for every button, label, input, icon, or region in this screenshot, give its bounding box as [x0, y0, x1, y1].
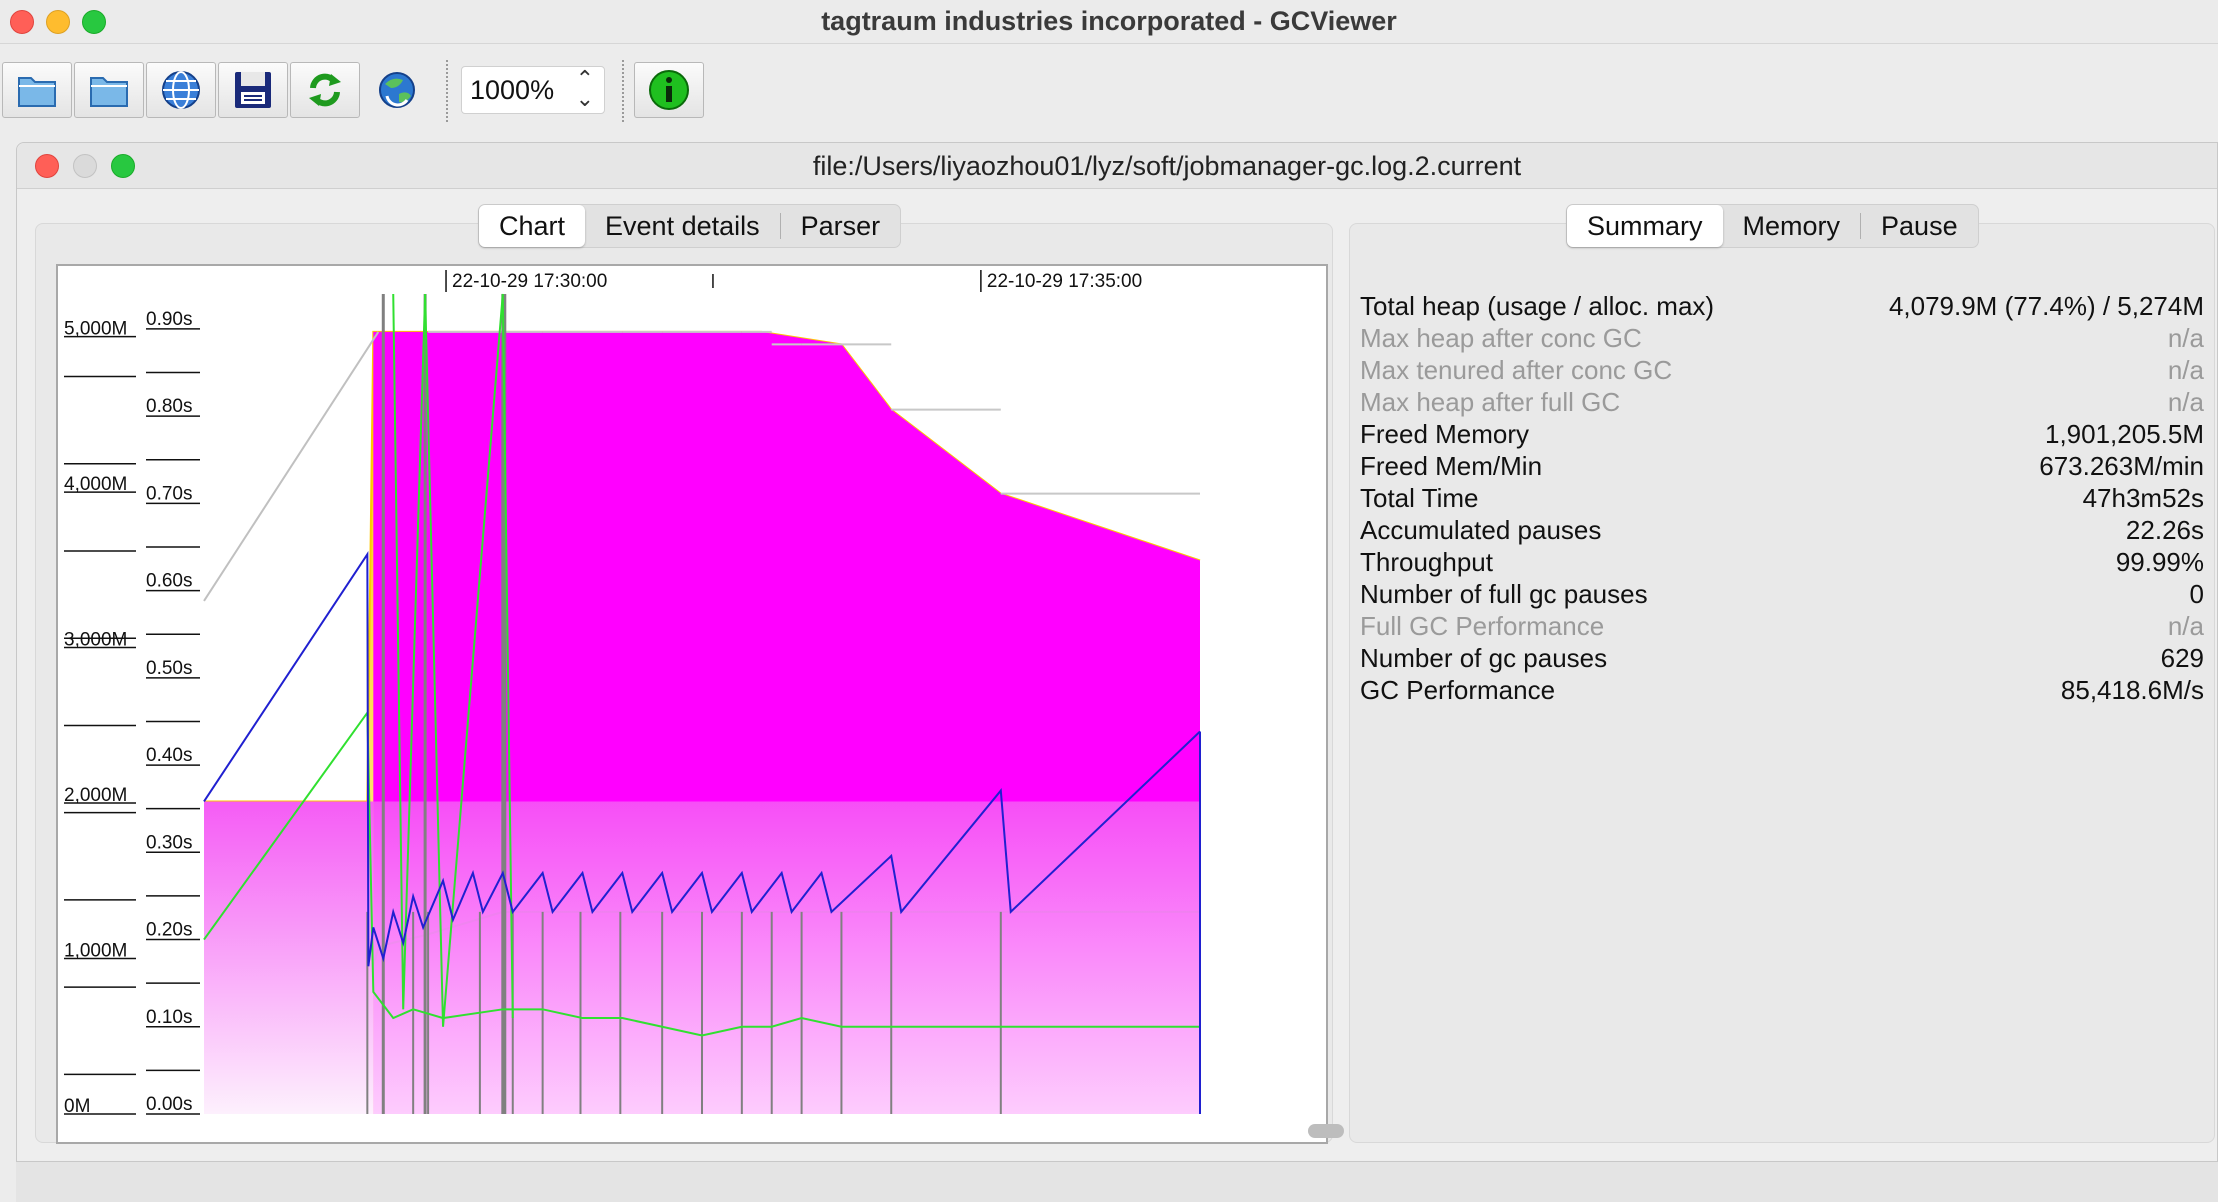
summary-row: Full GC Performance n/a [1360, 610, 2204, 642]
pause-axis-label: 0.60s [146, 571, 192, 592]
summary-value: 99.99% [2115, 547, 2204, 577]
gc-chart[interactable]: 5,000M 4,000M 3,000M 2,000M 1,000M 0M 0.90s 0.8… [56, 264, 1344, 1144]
summary-label: GC Performance [1360, 675, 1556, 705]
gc-document-frame: file:/Users/liyaozhou01/lyz/soft/jobmana… [16, 142, 2218, 1162]
refresh-icon [309, 73, 341, 107]
chart-tabs: Chart Event details Parser [478, 204, 902, 248]
summary-value: 47h3m52s [2082, 483, 2204, 513]
summary-row: Freed Memory 1,901,205.5M [1360, 418, 2204, 450]
zoom-select[interactable]: 1000% ⌃ ⌄ [461, 66, 605, 114]
folder-icon [18, 77, 56, 107]
summary-value: 629 [2160, 643, 2204, 673]
toolbar-separator [446, 60, 448, 122]
document-titlebar: file:/Users/liyaozhou01/lyz/soft/jobmana… [17, 143, 2217, 189]
summary-row: Total Time 47h3m52s [1360, 482, 2204, 514]
summary-row: Max heap after conc GC n/a [1360, 322, 2204, 354]
zoom-value: 1000% [470, 75, 555, 105]
export-button[interactable] [218, 62, 288, 118]
chart-panel: Chart Event details Parser 5,000M 4,000M… [35, 204, 1344, 1144]
summary-label: Freed Mem/Min [1360, 451, 1543, 481]
pause-axis-label: 0.90s [146, 309, 192, 330]
summary-value: n/a [2167, 387, 2204, 417]
summary-row: Number of full gc pauses 0 [1360, 578, 2204, 610]
time-axis-label: 22-10-29 17:35:00 [987, 271, 1142, 292]
summary-label: Max heap after full GC [1360, 387, 1621, 417]
horizontal-scrollbar[interactable] [1308, 1124, 1344, 1138]
old-gen-line [203, 331, 380, 602]
pause-axis-label: 0.40s [146, 745, 192, 766]
up-down-chevron-icon[interactable]: ⌃ ⌄ [576, 68, 594, 110]
summary-value: n/a [2167, 323, 2204, 353]
pause-axis-label: 0.00s [146, 1094, 192, 1115]
refresh-button[interactable] [290, 62, 360, 118]
toolbar-separator [622, 60, 624, 122]
summary-row: Freed Mem/Min 673.263M/min [1360, 450, 2204, 482]
time-axis-label: 22-10-29 17:30:00 [452, 271, 607, 292]
summary-label: Full GC Performance [1360, 611, 1605, 641]
summary-value: 85,418.6M/s [2060, 675, 2204, 705]
summary-value: n/a [2167, 611, 2204, 641]
tab-event-details[interactable]: Event details [585, 205, 780, 247]
pause-axis-label: 0.70s [146, 483, 192, 504]
summary-table: Total heap (usage / alloc. max) 4,079.9M … [1360, 290, 2204, 706]
summary-label: Accumulated pauses [1360, 515, 1602, 545]
young-heap-area [204, 801, 374, 1114]
document-title: file:/Users/liyaozhou01/lyz/soft/jobmana… [812, 151, 1522, 181]
pause-axis-label: 0.50s [146, 658, 192, 679]
summary-row: Total heap (usage / alloc. max) 4,079.9M … [1360, 290, 2204, 322]
summary-row: Max tenured after conc GC n/a [1360, 354, 2204, 386]
summary-label: Number of full gc pauses [1360, 579, 1648, 609]
summary-value: 4,079.9M (77.4%) / 5,274M [1888, 291, 2204, 321]
summary-row: Accumulated pauses 22.26s [1360, 514, 2204, 546]
summary-label: Throughput [1360, 547, 1493, 577]
summary-row: GC Performance 85,418.6M/s [1360, 674, 2204, 706]
folder-add-icon [90, 77, 128, 107]
add-file-button[interactable] [74, 62, 144, 118]
summary-value: 673.263M/min [2039, 451, 2204, 481]
floppy-disk-icon [235, 72, 271, 108]
pause-axis-label: 0.10s [146, 1007, 192, 1028]
summary-row: Number of gc pauses 629 [1360, 642, 2204, 674]
pause-axis-label: 0.30s [146, 832, 192, 853]
status-strip [16, 1162, 2218, 1202]
summary-label: Number of gc pauses [1360, 643, 1608, 673]
summary-value: 22.26s [2125, 515, 2204, 545]
window-titlebar: tagtraum industries incorporated - GCVie… [0, 0, 2218, 44]
globe-icon [162, 71, 200, 109]
open-file-button[interactable] [2, 62, 72, 118]
gc-chart-plot: 5,000M4,000M3,000M2,000M1,000M0M0.90s0.8… [58, 266, 1326, 1142]
summary-label: Total heap (usage / alloc. max) [1360, 291, 1715, 321]
summary-label: Max heap after conc GC [1360, 323, 1642, 353]
summary-value: 0 [2189, 579, 2204, 609]
tab-parser[interactable]: Parser [781, 205, 901, 247]
tab-summary[interactable]: Summary [1567, 205, 1723, 247]
summary-row: Max heap after full GC n/a [1360, 386, 2204, 418]
tab-pause[interactable]: Pause [1861, 205, 1978, 247]
x-axis-area [204, 266, 1326, 294]
summary-value: n/a [2167, 355, 2204, 385]
info-panel: Summary Memory Pause Total heap (usage /… [1349, 204, 2215, 1143]
summary-label: Total Time [1360, 483, 1479, 513]
pause-axis-label: 0.20s [146, 920, 192, 941]
summary-value: 1,901,205.5M [2044, 419, 2204, 449]
pause-axis-label: 0.80s [146, 396, 192, 417]
watch-button[interactable] [362, 62, 432, 118]
info-icon [649, 70, 689, 110]
tab-chart[interactable]: Chart [479, 205, 586, 247]
globe-refresh-icon [379, 72, 415, 108]
summary-row: Throughput 99.99% [1360, 546, 2204, 578]
toolbar: 1000% ⌃ ⌄ [0, 44, 2218, 134]
info-tabs: Summary Memory Pause [1566, 204, 1979, 248]
summary-label: Max tenured after conc GC [1360, 355, 1673, 385]
summary-label: Freed Memory [1360, 419, 1530, 449]
window-title: tagtraum industries incorporated - GCVie… [821, 6, 1397, 36]
tab-memory[interactable]: Memory [1723, 205, 1861, 247]
about-button[interactable] [634, 62, 704, 118]
open-url-button[interactable] [146, 62, 216, 118]
